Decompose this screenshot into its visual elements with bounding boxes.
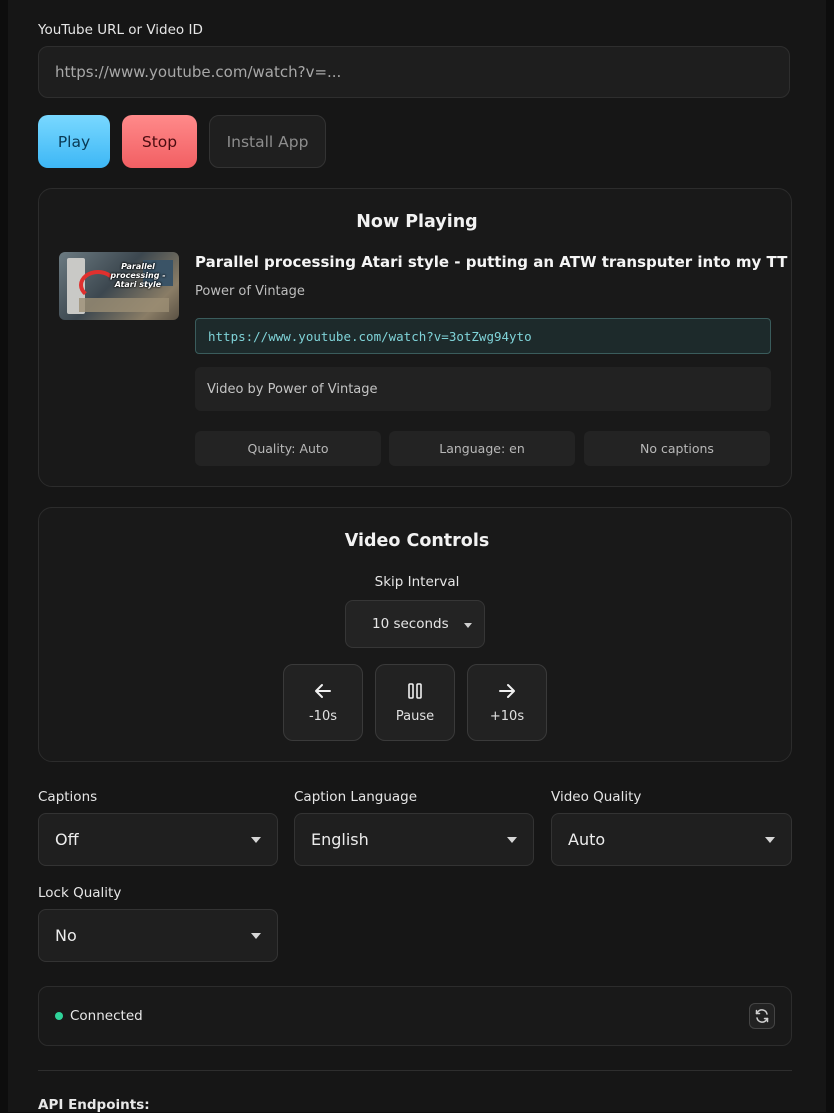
connection-status-text: Connected <box>70 1008 143 1024</box>
caption-language-label: Caption Language <box>294 789 418 805</box>
language-badge: Language: en <box>389 431 575 466</box>
skip-interval-value: 10 seconds <box>372 616 449 632</box>
chevron-down-icon <box>507 837 517 843</box>
video-quality-value: Auto <box>568 830 606 849</box>
caption-language-select[interactable]: English <box>294 813 534 866</box>
video-controls-heading: Video Controls <box>344 531 490 551</box>
skip-interval-label: Skip Interval <box>374 574 460 590</box>
api-endpoints-heading: API Endpoints: <box>38 1097 150 1113</box>
refresh-button[interactable] <box>749 1003 775 1029</box>
divider <box>38 1070 792 1071</box>
captions-badge: No captions <box>584 431 770 466</box>
quality-badge: Quality: Auto <box>195 431 381 466</box>
skip-back-button[interactable]: -10s <box>283 664 363 741</box>
caption-language-value: English <box>311 830 369 849</box>
url-field-label: YouTube URL or Video ID <box>38 22 203 38</box>
video-title: Parallel processing Atari style - puttin… <box>195 253 788 271</box>
stop-button[interactable]: Stop <box>122 115 197 168</box>
captions-label: Captions <box>38 789 98 805</box>
video-quality-select[interactable]: Auto <box>551 813 792 866</box>
arrow-left-icon <box>284 681 362 701</box>
pause-label: Pause <box>395 709 435 724</box>
thumbnail-desk-shape <box>79 298 169 312</box>
video-thumbnail[interactable]: Parallel processing - Atari style <box>59 252 179 320</box>
video-link-text: https://www.youtube.com/watch?v=3otZwg94… <box>208 328 532 344</box>
skip-back-label: -10s <box>308 709 337 724</box>
chevron-down-icon <box>251 837 261 843</box>
thumbnail-image: Parallel processing - Atari style <box>59 252 179 320</box>
arrow-right-icon <box>468 681 546 701</box>
video-description-text: Video by Power of Vintage <box>207 381 378 397</box>
video-quality-label: Video Quality <box>551 789 642 805</box>
pause-button[interactable]: Pause <box>375 664 455 741</box>
captions-select-value: Off <box>55 830 79 849</box>
install-app-button[interactable]: Install App <box>209 115 326 168</box>
skip-interval-select[interactable]: 10 seconds <box>345 600 485 648</box>
lock-quality-label: Lock Quality <box>38 885 122 901</box>
refresh-icon <box>754 1008 770 1024</box>
skip-forward-label: +10s <box>489 709 525 724</box>
pause-icon <box>376 681 454 701</box>
chevron-down-icon <box>251 933 261 939</box>
channel-name: Power of Vintage <box>195 284 305 299</box>
url-input-placeholder: https://www.youtube.com/watch?v=... <box>55 63 342 81</box>
video-link[interactable]: https://www.youtube.com/watch?v=3otZwg94… <box>195 318 771 354</box>
connection-status-bar <box>38 986 792 1046</box>
play-button[interactable]: Play <box>38 115 110 168</box>
now-playing-heading: Now Playing <box>356 212 478 232</box>
chevron-down-icon <box>765 837 775 843</box>
lock-quality-value: No <box>55 926 77 945</box>
captions-select[interactable]: Off <box>38 813 278 866</box>
lock-quality-select[interactable]: No <box>38 909 278 962</box>
thumbnail-caption: Parallel processing - Atari style <box>110 262 166 289</box>
url-input[interactable]: https://www.youtube.com/watch?v=... <box>38 46 790 98</box>
status-indicator-dot <box>55 1012 63 1020</box>
video-description: Video by Power of Vintage <box>195 367 771 411</box>
skip-forward-button[interactable]: +10s <box>467 664 547 741</box>
chevron-down-icon <box>464 623 472 628</box>
